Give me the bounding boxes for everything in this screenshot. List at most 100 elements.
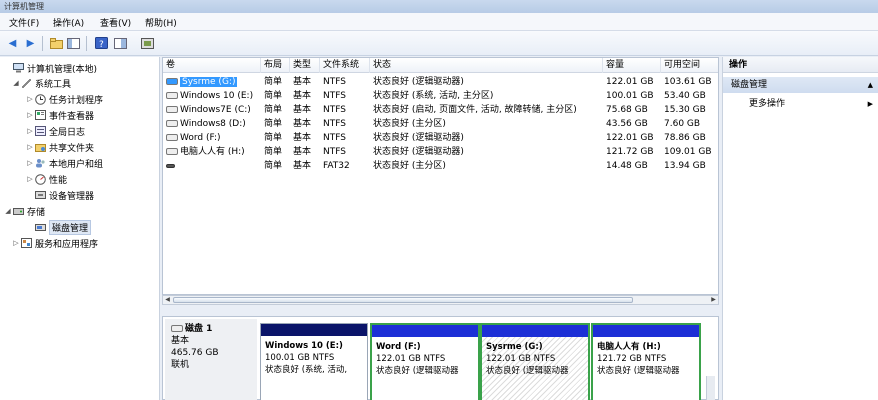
- tree-item-local-users[interactable]: ▷ 本地用户和组: [26, 156, 103, 170]
- tree-item-system-tools[interactable]: ◢ 系统工具: [12, 76, 71, 90]
- partition-block[interactable]: 电脑人人有 (H:) 121.72 GB NTFS 状态良好 (逻辑驱动器: [591, 323, 701, 400]
- column-header-type[interactable]: 类型: [290, 58, 320, 73]
- tree-item-label: 存储: [27, 207, 46, 218]
- toolbar-separator: [42, 36, 43, 51]
- actions-header: 操作: [723, 57, 878, 73]
- partition-block[interactable]: Word (F:) 122.01 GB NTFS 状态良好 (逻辑驱动器: [370, 323, 480, 400]
- tree-item-storage[interactable]: ◢ 存储: [4, 204, 45, 218]
- tree-item-task-scheduler[interactable]: ▷ 任务计划程序: [26, 92, 103, 106]
- volume-status: 状态良好 (逻辑驱动器): [373, 147, 464, 157]
- volume-name: Windows 10 (E:): [180, 91, 254, 101]
- tree-item-label: 事件查看器: [49, 111, 95, 122]
- table-row[interactable]: Sysrme (G:) 简单 基本 NTFS 状态良好 (逻辑驱动器) 122.…: [163, 75, 718, 89]
- back-arrow-icon[interactable]: ◀: [5, 36, 20, 50]
- column-header-free-space[interactable]: 可用空间: [661, 58, 718, 73]
- tree-expander[interactable]: ▷: [26, 127, 34, 135]
- volume-layout: 简单: [264, 147, 283, 157]
- table-row[interactable]: Word (F:) 简单 基本 NTFS 状态良好 (逻辑驱动器) 122.01…: [163, 131, 718, 145]
- tree-item-global-log[interactable]: ▷ 全局日志: [26, 124, 85, 138]
- tree-item-services-applications[interactable]: ▷ 服务和应用程序: [12, 236, 98, 250]
- column-header-filesystem[interactable]: 文件系统: [320, 58, 370, 73]
- help-icon[interactable]: ?: [94, 36, 109, 50]
- services-icon: [20, 238, 32, 249]
- disk-info[interactable]: 磁盘 1 基本 465.76 GB 联机: [165, 319, 257, 400]
- actions-pane: 操作 磁盘管理 ▲ 更多操作 ▶: [722, 57, 878, 400]
- tree-expander[interactable]: ▷: [26, 143, 34, 151]
- volume-filesystem: FAT32: [323, 161, 350, 171]
- tree-expander[interactable]: ▷: [26, 159, 34, 167]
- volume-filesystem: NTFS: [323, 77, 346, 87]
- volume-name: Sysrme (G:): [180, 77, 238, 87]
- volume-status: 状态良好 (主分区): [373, 161, 446, 171]
- volume-capacity: 122.01 GB: [606, 77, 654, 87]
- tree-item-performance[interactable]: ▷ 性能: [26, 172, 67, 186]
- menu-file[interactable]: 文件(F): [9, 16, 39, 29]
- table-row[interactable]: 电脑人人有 (H:) 简单 基本 NTFS 状态良好 (逻辑驱动器) 121.7…: [163, 145, 718, 159]
- table-row[interactable]: Windows8 (D:) 简单 基本 NTFS 状态良好 (主分区) 43.5…: [163, 117, 718, 131]
- partition-block[interactable]: Windows 10 (E:) 100.01 GB NTFS 状态良好 (系统,…: [260, 323, 368, 400]
- event-log-icon: [34, 110, 46, 121]
- toolbar: ◀ ▶ ?: [0, 31, 878, 56]
- volume-icon: [166, 148, 178, 155]
- tree-item-label: 共享文件夹: [49, 143, 95, 154]
- show-hide-tree-icon[interactable]: [66, 36, 81, 50]
- tree-item-device-manager[interactable]: 设备管理器: [26, 188, 94, 202]
- partition-block[interactable]: Sysrme (G:) 122.01 GB NTFS 状态良好 (逻辑驱动器: [480, 323, 590, 400]
- tree-item-label: 磁盘管理: [49, 219, 92, 235]
- volume-free-space: 103.61 GB: [664, 77, 712, 87]
- tree-expander[interactable]: ◢: [4, 207, 12, 215]
- partition-bar: [261, 324, 367, 336]
- tree-item-label: 任务计划程序: [49, 95, 104, 106]
- horizontal-scrollbar[interactable]: ◀ ▶: [162, 295, 719, 305]
- table-row[interactable]: 简单 基本 FAT32 状态良好 (主分区) 14.48 GB 13.94 GB: [163, 159, 718, 173]
- forward-arrow-icon[interactable]: ▶: [23, 36, 38, 50]
- column-header-layout[interactable]: 布局: [261, 58, 290, 73]
- partition-size: 100.01 GB NTFS: [265, 353, 335, 363]
- up-folder-icon[interactable]: [49, 36, 64, 50]
- tree-expander[interactable]: ▷: [12, 239, 20, 247]
- tree-expander[interactable]: ▷: [26, 95, 34, 103]
- volume-icon: [166, 134, 178, 141]
- tree-item-label: 性能: [49, 175, 68, 186]
- device-manager-icon: [34, 190, 46, 201]
- tree-item-label: 全局日志: [49, 127, 86, 138]
- properties-icon[interactable]: [113, 36, 128, 50]
- column-header-status[interactable]: 状态: [370, 58, 603, 73]
- tree-expander[interactable]: ▷: [26, 175, 34, 183]
- vertical-scrollbar[interactable]: [706, 376, 715, 400]
- column-header-volume[interactable]: 卷: [163, 58, 261, 73]
- tree-expander[interactable]: ◢: [12, 79, 20, 87]
- actions-section-disk-management[interactable]: 磁盘管理 ▲: [723, 77, 878, 93]
- partition-size: 121.72 GB NTFS: [597, 354, 667, 364]
- menu-help[interactable]: 帮助(H): [145, 16, 177, 29]
- more-actions-item[interactable]: 更多操作 ▶: [723, 97, 878, 111]
- column-header-capacity[interactable]: 容量: [603, 58, 661, 73]
- volume-status: 状态良好 (主分区): [373, 119, 446, 129]
- tree-expander[interactable]: ▷: [26, 111, 34, 119]
- volume-filesystem: NTFS: [323, 133, 346, 143]
- tree-item-disk-management[interactable]: 磁盘管理: [26, 219, 92, 235]
- scrollbar-thumb[interactable]: [173, 297, 633, 303]
- menu-action[interactable]: 操作(A): [53, 16, 84, 29]
- partition-size: 122.01 GB NTFS: [486, 354, 556, 364]
- volume-type: 基本: [293, 105, 312, 115]
- tree-item-computer-management[interactable]: 计算机管理(本地): [4, 61, 97, 75]
- scroll-left-icon[interactable]: ◀: [163, 296, 172, 304]
- table-row[interactable]: Windows7E (C:) 简单 基本 NTFS 状态良好 (启动, 页面文件…: [163, 103, 718, 117]
- volume-list: 卷 布局 类型 文件系统 状态 容量 可用空间 Sysrme (G:) 简单 基…: [162, 57, 719, 295]
- disk-type: 基本: [171, 336, 190, 346]
- scroll-right-icon[interactable]: ▶: [709, 296, 718, 304]
- table-row[interactable]: Windows 10 (E:) 简单 基本 NTFS 状态良好 (系统, 活动,…: [163, 89, 718, 103]
- disk-settings-icon[interactable]: [140, 36, 155, 50]
- volume-icon: [166, 106, 178, 113]
- tree-item-shared-folders[interactable]: ▷ 共享文件夹: [26, 140, 94, 154]
- volume-filesystem: NTFS: [323, 147, 346, 157]
- volume-status: 状态良好 (逻辑驱动器): [373, 133, 464, 143]
- collapse-up-icon[interactable]: ▲: [868, 77, 873, 93]
- disk-size: 465.76 GB: [171, 348, 219, 358]
- disk-state: 联机: [171, 360, 190, 370]
- partition-bar: [593, 325, 699, 337]
- menu-view[interactable]: 查看(V): [100, 16, 131, 29]
- tree-item-event-viewer[interactable]: ▷ 事件查看器: [26, 108, 94, 122]
- svg-text:?: ?: [99, 40, 104, 49]
